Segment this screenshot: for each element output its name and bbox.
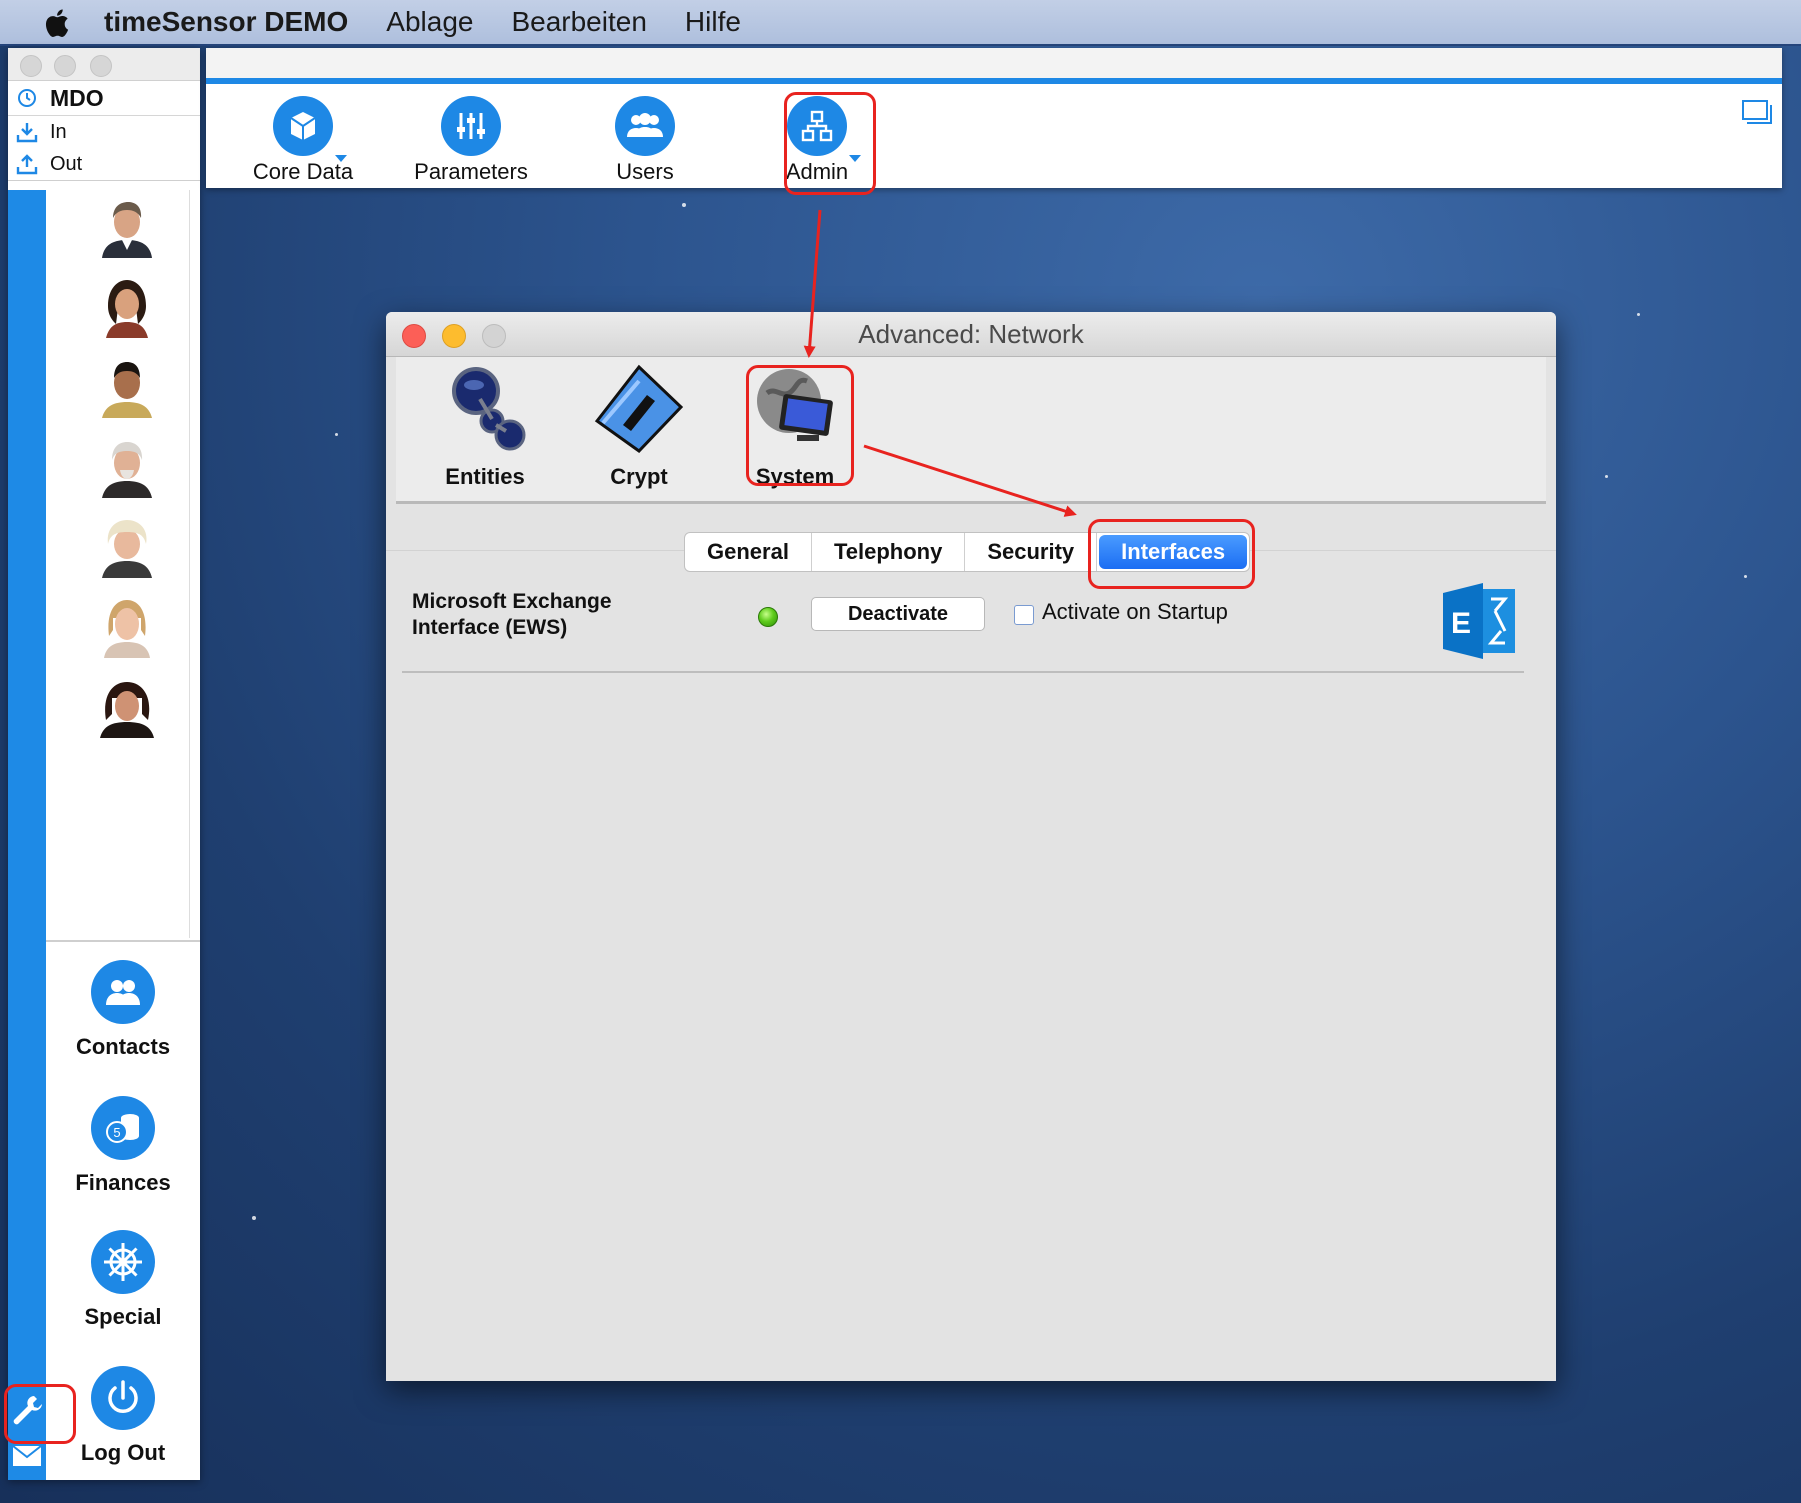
arrow-system-to-interfaces [863,444,1077,517]
arrow-admin-to-system [803,209,822,358]
annotation-arrows [803,209,1077,517]
